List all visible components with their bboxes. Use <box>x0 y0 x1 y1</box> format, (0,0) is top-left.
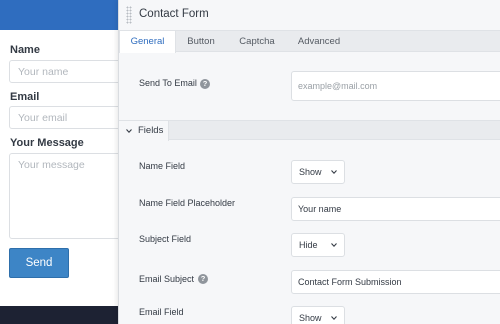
preview-message-label: Your Message <box>10 137 84 149</box>
send-to-email-input[interactable]: example@mail.com <box>291 71 500 101</box>
email-field-select[interactable]: Show <box>291 306 345 324</box>
fields-section-toggle[interactable]: Fields <box>119 121 169 141</box>
name-field-placeholder-input[interactable]: Your name <box>291 197 500 221</box>
preview-email-input[interactable]: Your email <box>9 106 120 129</box>
preview-send-button[interactable]: Send <box>9 248 69 278</box>
name-field-label: Name Field <box>139 161 186 171</box>
subject-field-value: Hide <box>299 240 318 250</box>
name-field-select[interactable]: Show <box>291 160 345 184</box>
preview-message-textarea[interactable]: Your message <box>9 153 120 239</box>
preview-name-input[interactable]: Your name <box>9 60 120 83</box>
tab-captcha[interactable]: Captcha <box>229 31 285 52</box>
tab-advanced[interactable]: Advanced <box>286 31 352 52</box>
preview-email-label: Email <box>10 91 40 103</box>
form-preview: Name Your name Email Your email Your Mes… <box>0 0 120 324</box>
email-field-value: Show <box>299 313 322 323</box>
tab-button[interactable]: Button <box>176 31 226 52</box>
chevron-down-icon <box>331 316 337 321</box>
preview-footer-bar <box>0 306 120 324</box>
email-subject-label: Email Subject <box>139 274 195 284</box>
chevron-down-icon <box>331 243 337 248</box>
preview-header-bar <box>0 0 120 30</box>
tab-general[interactable]: General <box>119 31 176 53</box>
panel-tabs: General Button Captcha Advanced <box>119 30 500 53</box>
chevron-down-icon <box>331 170 337 175</box>
email-subject-input[interactable]: Contact Form Submission <box>291 270 500 294</box>
drag-handle-icon[interactable] <box>126 6 132 24</box>
email-field-label: Email Field <box>139 307 184 317</box>
fields-section-bar: Fields <box>119 120 500 141</box>
panel-title: Contact Form <box>139 8 209 20</box>
help-icon[interactable]: ? <box>198 274 208 284</box>
chevron-down-icon <box>126 129 132 134</box>
fields-section-label: Fields <box>138 125 164 136</box>
subject-field-select[interactable]: Hide <box>291 233 345 257</box>
subject-field-label: Subject Field <box>139 234 192 244</box>
name-field-placeholder-label: Name Field Placeholder <box>139 198 236 208</box>
send-to-email-label: Send To Email <box>139 78 197 88</box>
preview-name-label: Name <box>10 44 40 56</box>
help-icon[interactable]: ? <box>200 79 210 89</box>
settings-panel: Contact Form General Button Captcha Adva… <box>118 0 500 324</box>
name-field-value: Show <box>299 167 322 177</box>
